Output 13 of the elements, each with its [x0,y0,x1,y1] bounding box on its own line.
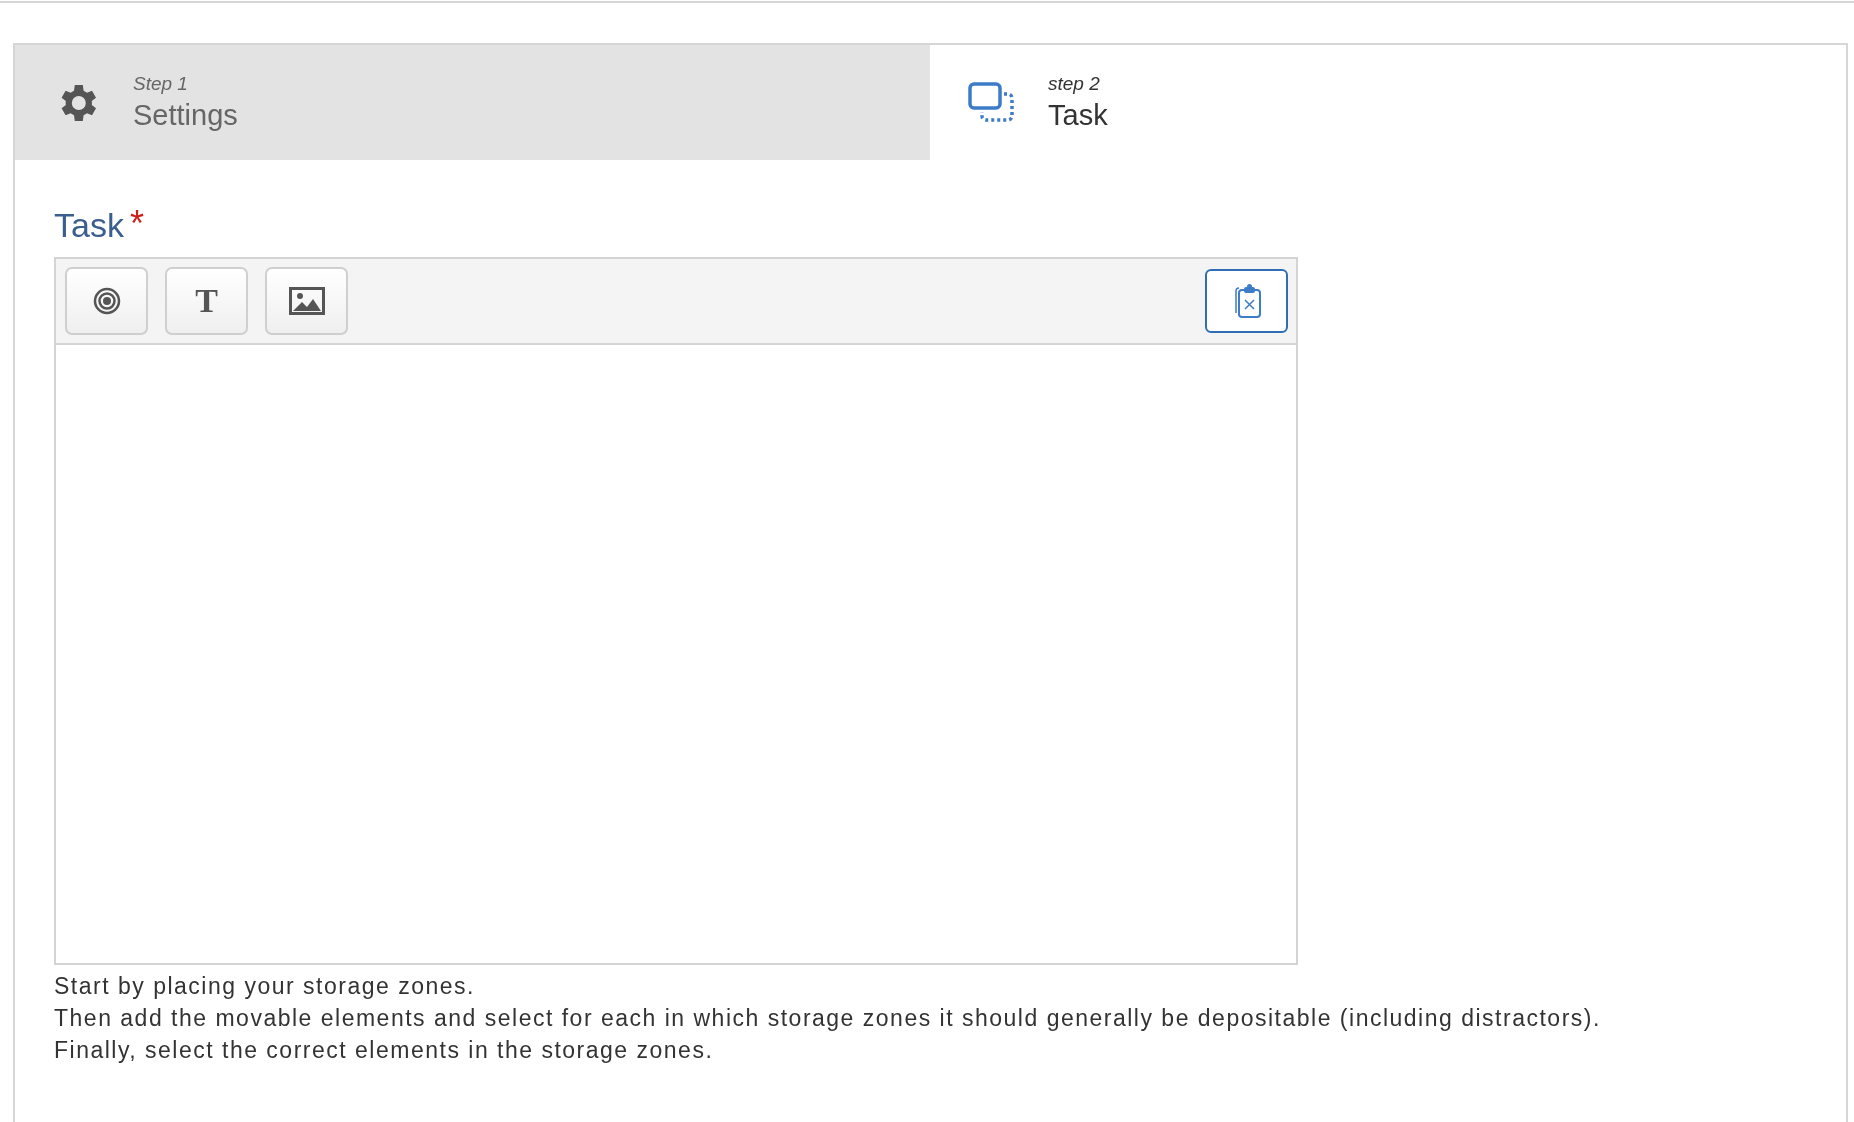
screens-icon [968,81,1016,124]
field-label: Task [54,206,124,245]
target-tool-button[interactable] [65,267,148,335]
text-tool-button[interactable]: T [165,267,248,335]
step-tab[interactable]: Step 1 Settings [15,45,930,160]
clear-clipboard-button[interactable] [1205,269,1288,333]
help-text: Then add the movable elements and select for each in which storage zones it should generally be depositable (including distractors). [54,1005,1602,1032]
help-text: Start by placing your storage zones. [54,973,476,1000]
image-tool-button[interactable] [265,267,348,335]
required-mark: * [129,206,144,242]
target-icon [92,287,121,315]
help-text: Finally, select the correct elements in the storage zones. [54,1037,715,1064]
image-icon [288,287,325,315]
